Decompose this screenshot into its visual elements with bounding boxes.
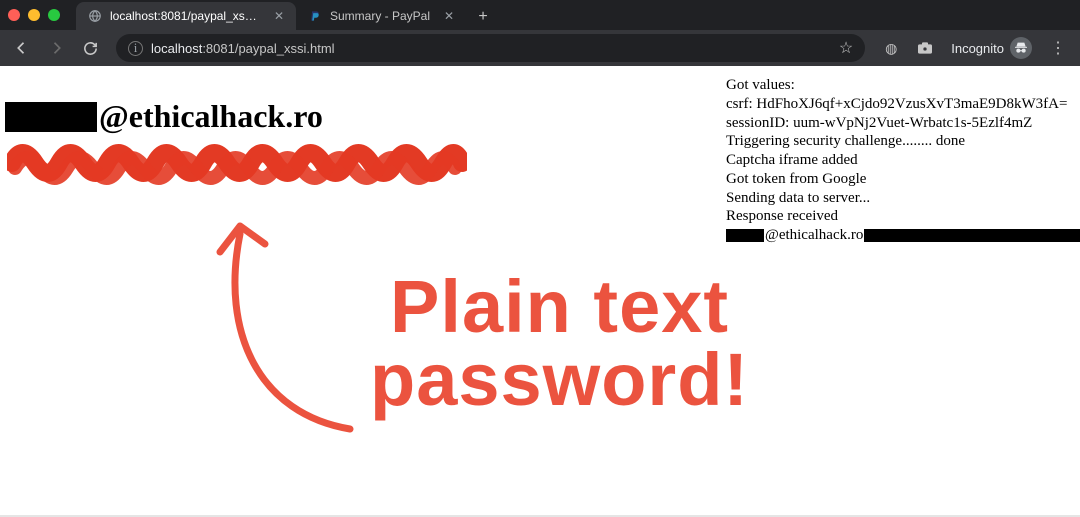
password-scribble: [7, 138, 467, 188]
tab-0-title: localhost:8081/paypal_xssi.html: [110, 9, 260, 23]
new-tab-button[interactable]: +: [470, 4, 496, 30]
annotation-text: Plain text password!: [370, 271, 749, 416]
window-minimize-button[interactable]: [28, 9, 40, 21]
page-viewport: @ethicalhack.ro Plain text password! Got…: [0, 66, 1080, 517]
console-line-5: Captcha iframe added: [726, 151, 1080, 170]
console-line-4: Triggering security challenge........ do…: [726, 132, 1080, 151]
console-output: Got values: csrf: HdFhoXJ6qf+xCjdo92Vzus…: [726, 76, 1080, 245]
console-line-9-mid: @ethicalhack.ro: [765, 226, 863, 245]
console-line-8: Response received: [726, 207, 1080, 226]
toolbar-right: ◍ Incognito ⋮: [877, 34, 1072, 62]
paypal-icon: [308, 9, 322, 23]
incognito-indicator[interactable]: Incognito: [945, 37, 1038, 59]
kebab-menu-icon[interactable]: ⋮: [1044, 34, 1072, 62]
extension-1-icon[interactable]: ◍: [877, 34, 905, 62]
url-rest: :8081/paypal_xssi.html: [202, 41, 334, 56]
tab-1-title: Summary - PayPal: [330, 9, 430, 23]
leaked-email: @ethicalhack.ro: [5, 98, 323, 135]
annotation-line-2: password!: [370, 344, 749, 417]
forward-button[interactable]: [42, 34, 70, 62]
redaction-block: [726, 229, 764, 242]
tab-0[interactable]: localhost:8081/paypal_xssi.html ✕: [76, 2, 296, 30]
address-bar[interactable]: i localhost:8081/paypal_xssi.html ☆: [116, 34, 865, 62]
console-line-9: @ethicalhack.ro: [726, 226, 1080, 245]
bookmark-star-icon[interactable]: ☆: [839, 38, 853, 58]
annotation-line-1: Plain text: [370, 271, 749, 344]
tab-0-close-icon[interactable]: ✕: [274, 9, 284, 23]
incognito-icon: [1010, 37, 1032, 59]
url-text: localhost:8081/paypal_xssi.html: [151, 41, 831, 56]
console-line-1: Got values:: [726, 76, 1080, 95]
reload-button[interactable]: [76, 34, 104, 62]
tab-1-close-icon[interactable]: ✕: [444, 9, 454, 23]
tab-strip: localhost:8081/paypal_xssi.html ✕ Summar…: [76, 0, 1072, 30]
redaction-block: [5, 102, 97, 132]
macos-titlebar: localhost:8081/paypal_xssi.html ✕ Summar…: [0, 0, 1080, 30]
incognito-label: Incognito: [951, 41, 1004, 56]
browser-toolbar: i localhost:8081/paypal_xssi.html ☆ ◍ In…: [0, 30, 1080, 66]
console-line-7: Sending data to server...: [726, 189, 1080, 208]
window-close-button[interactable]: [8, 9, 20, 21]
tab-1[interactable]: Summary - PayPal ✕: [296, 2, 466, 30]
console-line-3: sessionID: uum-wVpNj2Vuet-Wrbatc1s-5Ezlf…: [726, 114, 1080, 133]
back-button[interactable]: [8, 34, 36, 62]
globe-icon: [88, 9, 102, 23]
email-domain: @ethicalhack.ro: [99, 98, 323, 135]
window-zoom-button[interactable]: [48, 9, 60, 21]
redaction-block: [864, 229, 1080, 242]
site-info-icon[interactable]: i: [128, 41, 143, 56]
extension-2-icon[interactable]: [911, 34, 939, 62]
console-line-2: csrf: HdFhoXJ6qf+xCjdo92VzusXvT3maE9D8kW…: [726, 95, 1080, 114]
annotation-arrow-icon: [200, 214, 390, 444]
url-host: localhost: [151, 41, 202, 56]
console-line-6: Got token from Google: [726, 170, 1080, 189]
